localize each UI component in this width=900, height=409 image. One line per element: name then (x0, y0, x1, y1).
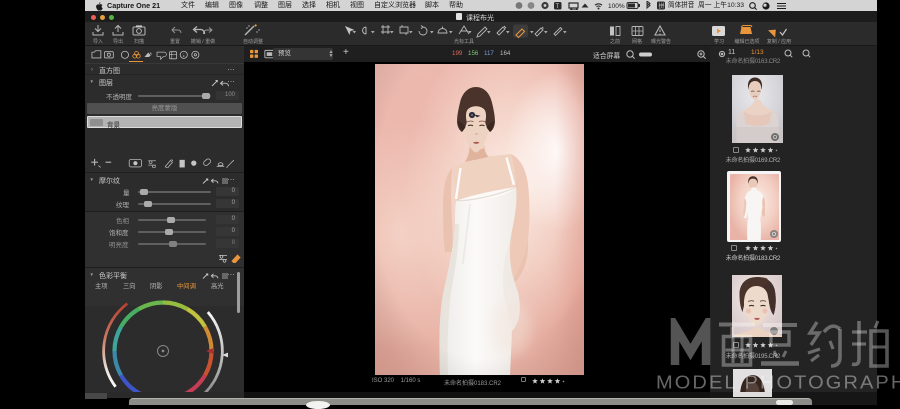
svg-text:T: T (556, 4, 560, 10)
svg-text:拼: 拼 (659, 2, 665, 10)
svg-text:100%: 100% (608, 3, 625, 10)
